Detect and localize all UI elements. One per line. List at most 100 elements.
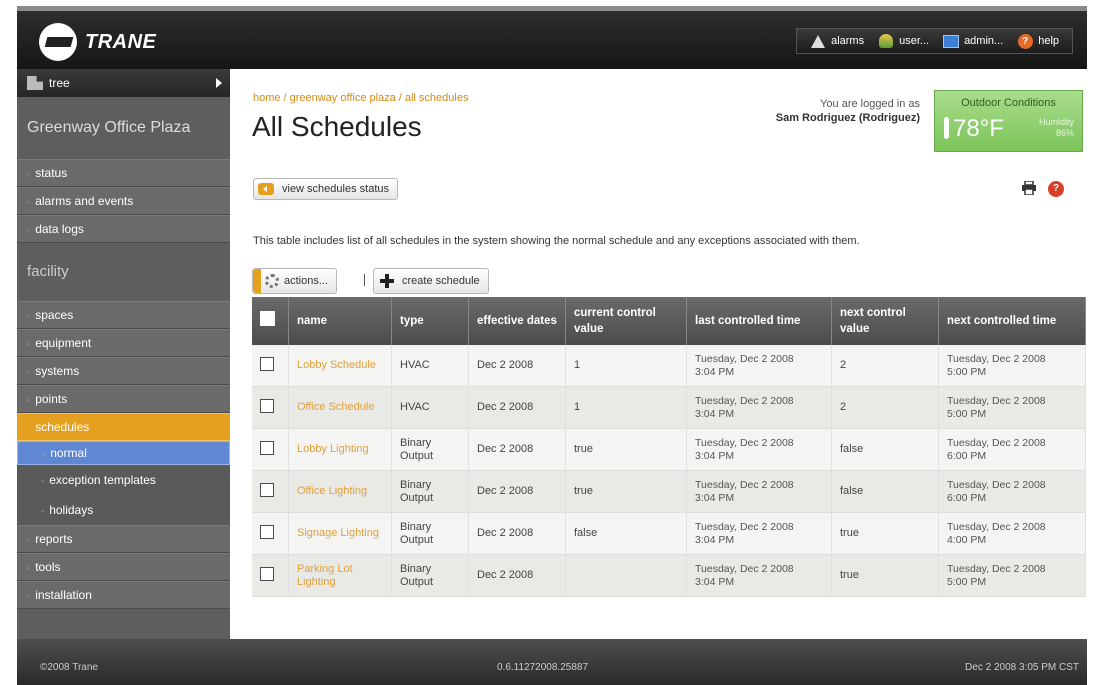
alarms-label: alarms	[831, 35, 865, 47]
trane-logo-icon	[39, 23, 77, 61]
trane-logo[interactable]: TRANE	[39, 23, 156, 61]
schedule-name-link[interactable]: Signage Lighting	[297, 527, 379, 539]
help-icon: ?	[1017, 33, 1033, 49]
schedule-name-link[interactable]: Office Lighting	[297, 485, 367, 497]
sidebar-subitem-exception-templates[interactable]: ◦ exception templates	[17, 465, 230, 495]
next-control-value-cell: false	[831, 470, 939, 513]
column-header-effective-dates[interactable]: effective dates	[468, 297, 566, 345]
admin-icon	[943, 33, 960, 49]
sidebar-subitem-normal[interactable]: ◦ normal	[17, 441, 230, 465]
row-checkbox[interactable]	[260, 440, 274, 455]
schedule-name-cell: Office Schedule	[288, 386, 392, 429]
last-controlled-time-cell: Tuesday, Dec 2 2008 3:04 PM	[686, 345, 832, 387]
login-label: You are logged in as	[820, 98, 920, 110]
row-checkbox[interactable]	[260, 524, 274, 539]
login-info: You are logged in as Sam Rodriguez (Rodr…	[710, 97, 920, 125]
app-header: TRANE alarms user... admin... ? help	[17, 11, 1087, 69]
current-control-value-cell: false	[565, 512, 687, 555]
sidebar-item-schedules[interactable]: ◦ schedules	[17, 413, 244, 441]
last-controlled-time-cell: Tuesday, Dec 2 2008 3:04 PM	[686, 386, 832, 429]
user-label: user...	[899, 35, 930, 47]
next-control-value-cell: false	[831, 428, 939, 471]
view-schedules-status-button[interactable]: view schedules status	[253, 178, 398, 200]
next-controlled-time-cell: Tuesday, Dec 2 2008 5:00 PM	[938, 554, 1086, 597]
next-controlled-time-cell: Tuesday, Dec 2 2008 6:00 PM	[938, 470, 1086, 513]
effective-dates-cell: Dec 2 2008	[468, 512, 566, 555]
table-row[interactable]: Office Schedule HVAC Dec 2 2008 1 Tuesday, D…	[252, 386, 1086, 429]
column-header-current-control-value[interactable]: current control value	[565, 297, 687, 345]
effective-dates-cell: Dec 2 2008	[468, 428, 566, 471]
admin-button[interactable]: admin...	[943, 33, 1003, 49]
next-control-value-cell: 2	[831, 386, 939, 429]
table-description: This table includes list of all schedule…	[253, 235, 860, 247]
last-controlled-time-cell: Tuesday, Dec 2 2008 3:04 PM	[686, 428, 832, 471]
row-select-cell	[252, 554, 289, 597]
schedule-name-link[interactable]: Office Schedule	[297, 401, 374, 413]
column-header-next-controlled-time[interactable]: next controlled time	[938, 297, 1086, 345]
help-button[interactable]: ? help	[1017, 33, 1059, 49]
sidebar-item-systems[interactable]: ◦ systems	[17, 357, 230, 385]
row-checkbox[interactable]	[260, 482, 274, 497]
user-button[interactable]: user...	[878, 33, 929, 49]
alarms-button[interactable]: alarms	[810, 33, 864, 49]
back-arrow-icon	[258, 183, 274, 195]
print-icon[interactable]	[1021, 181, 1037, 195]
schedule-name-link[interactable]: Lobby Schedule	[297, 359, 376, 371]
current-control-value-cell: true	[565, 470, 687, 513]
main-content: home / greenway office plaza / all schedules…	[230, 69, 1087, 639]
footer: ©2008 Trane 0.6.11272008.25887 Dec 2 200…	[17, 639, 1087, 685]
breadcrumb-separator: /	[283, 92, 287, 104]
actions-menu-button[interactable]: actions...	[252, 268, 338, 294]
create-schedule-button[interactable]: create schedule	[373, 268, 489, 294]
row-checkbox[interactable]	[260, 566, 274, 581]
column-header-name[interactable]: name	[288, 297, 392, 345]
site-name: Greenway Office Plaza	[17, 97, 230, 159]
breadcrumb: home / greenway office plaza / all schedules	[253, 92, 471, 104]
row-select-cell	[252, 470, 289, 513]
effective-dates-cell: Dec 2 2008	[468, 345, 566, 387]
next-controlled-time-cell: Tuesday, Dec 2 2008 5:00 PM	[938, 345, 1086, 387]
breadcrumb-current[interactable]: all schedules	[405, 92, 469, 104]
schedules-table: name type effective dates current contro…	[252, 297, 1086, 597]
table-row[interactable]: Office Lighting Binary Output Dec 2 2008 tr…	[252, 470, 1086, 513]
footer-copyright: ©2008 Trane	[40, 662, 98, 673]
breadcrumb-home[interactable]: home	[253, 92, 281, 104]
brand-name: TRANE	[85, 30, 157, 53]
sidebar-item-installation[interactable]: ◦ installation	[17, 581, 230, 609]
table-row[interactable]: Parking Lot Lighting Binary Output Dec 2 2…	[252, 554, 1086, 597]
select-all-checkbox[interactable]	[260, 311, 275, 326]
schedule-type-cell: Binary Output	[391, 512, 469, 555]
table-row[interactable]: Lobby Schedule HVAC Dec 2 2008 1 Tuesday, De…	[252, 345, 1086, 387]
tree-toggle[interactable]: tree	[17, 69, 230, 97]
effective-dates-cell: Dec 2 2008	[468, 386, 566, 429]
row-checkbox[interactable]	[260, 356, 274, 371]
column-header-last-controlled-time[interactable]: last controlled time	[686, 297, 832, 345]
sidebar-item-reports[interactable]: ◦ reports	[17, 525, 230, 553]
sidebar-item-status[interactable]: ◦ status	[17, 159, 230, 187]
last-controlled-time-cell: Tuesday, Dec 2 2008 3:04 PM	[686, 512, 832, 555]
page-title: All Schedules	[252, 111, 422, 142]
page-help-icon[interactable]: ?	[1048, 181, 1064, 197]
column-header-type[interactable]: type	[391, 297, 469, 345]
schedule-type-cell: Binary Output	[391, 428, 469, 471]
sidebar-item-spaces[interactable]: ◦ spaces	[17, 301, 230, 329]
table-header-row: name type effective dates current contro…	[252, 297, 1086, 345]
help-label: help	[1038, 35, 1059, 47]
schedule-name-link[interactable]: Parking Lot Lighting	[297, 563, 353, 588]
sidebar-item-tools[interactable]: ◦ tools	[17, 553, 230, 581]
table-row[interactable]: Lobby Lighting Binary Output Dec 2 2008 tru…	[252, 428, 1086, 471]
sidebar-subitem-holidays[interactable]: ◦ holidays	[17, 495, 230, 525]
schedule-name-cell: Lobby Lighting	[288, 428, 392, 471]
schedule-name-link[interactable]: Lobby Lighting	[297, 443, 369, 455]
row-checkbox[interactable]	[260, 398, 274, 413]
sidebar-item-alarms-and-events[interactable]: ◦ alarms and events	[17, 187, 230, 215]
sidebar-item-equipment[interactable]: ◦ equipment	[17, 329, 230, 357]
next-control-value-cell: true	[831, 554, 939, 597]
sidebar-item-points[interactable]: ◦ points	[17, 385, 230, 413]
table-row[interactable]: Signage Lighting Binary Output Dec 2 2008 f…	[252, 512, 1086, 555]
column-header-next-control-value[interactable]: next control value	[831, 297, 939, 345]
next-controlled-time-cell: Tuesday, Dec 2 2008 5:00 PM	[938, 386, 1086, 429]
sidebar-item-data-logs[interactable]: ◦ data logs	[17, 215, 230, 243]
breadcrumb-site[interactable]: greenway office plaza	[290, 92, 396, 104]
schedule-name-cell: Signage Lighting	[288, 512, 392, 555]
